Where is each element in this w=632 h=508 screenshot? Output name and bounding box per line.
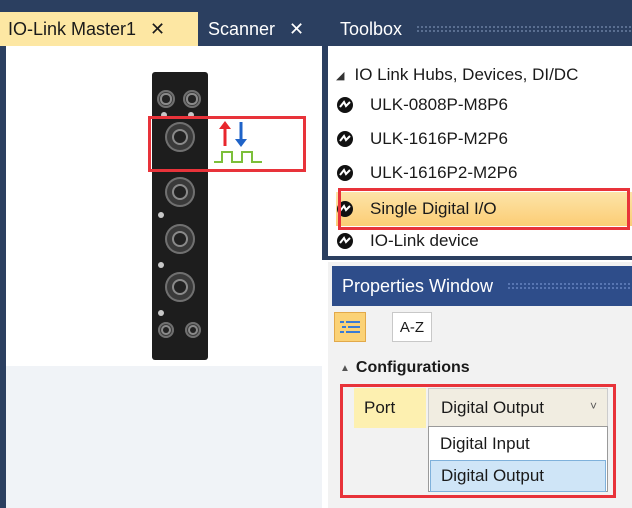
properties-title: Properties Window (342, 275, 494, 296)
status-led (158, 212, 164, 218)
az-label: A-Z (399, 318, 425, 336)
port-connector-2[interactable] (165, 177, 195, 207)
section-title: Configurations (355, 359, 470, 376)
toolbox-item-label: ULK-1616P-M2P6 (370, 129, 508, 148)
close-icon[interactable]: ✕ (150, 19, 165, 40)
collapse-triangle-icon[interactable]: ◢ (336, 69, 344, 82)
toolbox-item[interactable]: ULK-1616P2-M2P6 (336, 158, 632, 188)
document-tabstrip: IO-Link Master1 ✕ Scanner ✕ (0, 12, 322, 46)
toolbox-header: Toolbox (330, 14, 632, 44)
power-connector (183, 90, 201, 108)
drag-grip[interactable] (416, 25, 632, 33)
configurations-section[interactable]: ▲ Configurations (340, 354, 470, 382)
drag-grip[interactable] (507, 282, 632, 290)
toolbox-group[interactable]: ◢ IO Link Hubs, Devices, DI/DC (336, 60, 632, 90)
tab-scanner[interactable]: Scanner ✕ (200, 12, 318, 46)
toolbox-item-label: ULK-0808P-M8P6 (370, 95, 508, 114)
design-canvas-lower (6, 366, 322, 508)
tab-io-link-master1[interactable]: IO-Link Master1 ✕ (0, 12, 198, 46)
ethernet-connector (158, 322, 174, 338)
device-icon (337, 97, 353, 113)
port-highlight-frame (148, 116, 306, 172)
status-led (158, 310, 164, 316)
collapse-triangle-icon[interactable]: ▲ (340, 363, 350, 374)
toolbox-item-label: ULK-1616P2-M2P6 (370, 163, 518, 182)
device-icon (337, 233, 353, 249)
status-led (158, 262, 164, 268)
toolbox-highlight-frame (338, 188, 630, 230)
device-icon (337, 131, 353, 147)
port-connector-3[interactable] (165, 224, 195, 254)
tab-label: Scanner (208, 18, 276, 39)
device-icon (337, 165, 353, 181)
toolbox-item[interactable]: ULK-1616P-M2P6 (336, 124, 632, 154)
toolbox-item[interactable]: IO-Link device (336, 226, 632, 256)
categorized-icon (340, 321, 360, 333)
port-connector-4[interactable] (165, 272, 195, 302)
alphabetical-view-button[interactable]: A-Z (392, 312, 432, 342)
power-connector (157, 90, 175, 108)
close-icon[interactable]: ✕ (289, 19, 304, 40)
properties-highlight-frame (340, 384, 616, 498)
toolbox-item[interactable]: ULK-0808P-M8P6 (336, 90, 632, 120)
tab-label: IO-Link Master1 (8, 18, 137, 39)
properties-header: Properties Window (332, 266, 632, 306)
toolbox-item-label: IO-Link device (370, 231, 479, 250)
ethernet-connector (185, 322, 201, 338)
toolbox-title: Toolbox (340, 18, 403, 39)
categorized-view-button[interactable] (334, 312, 366, 342)
toolbox-group-label: IO Link Hubs, Devices, DI/DC (354, 65, 579, 84)
